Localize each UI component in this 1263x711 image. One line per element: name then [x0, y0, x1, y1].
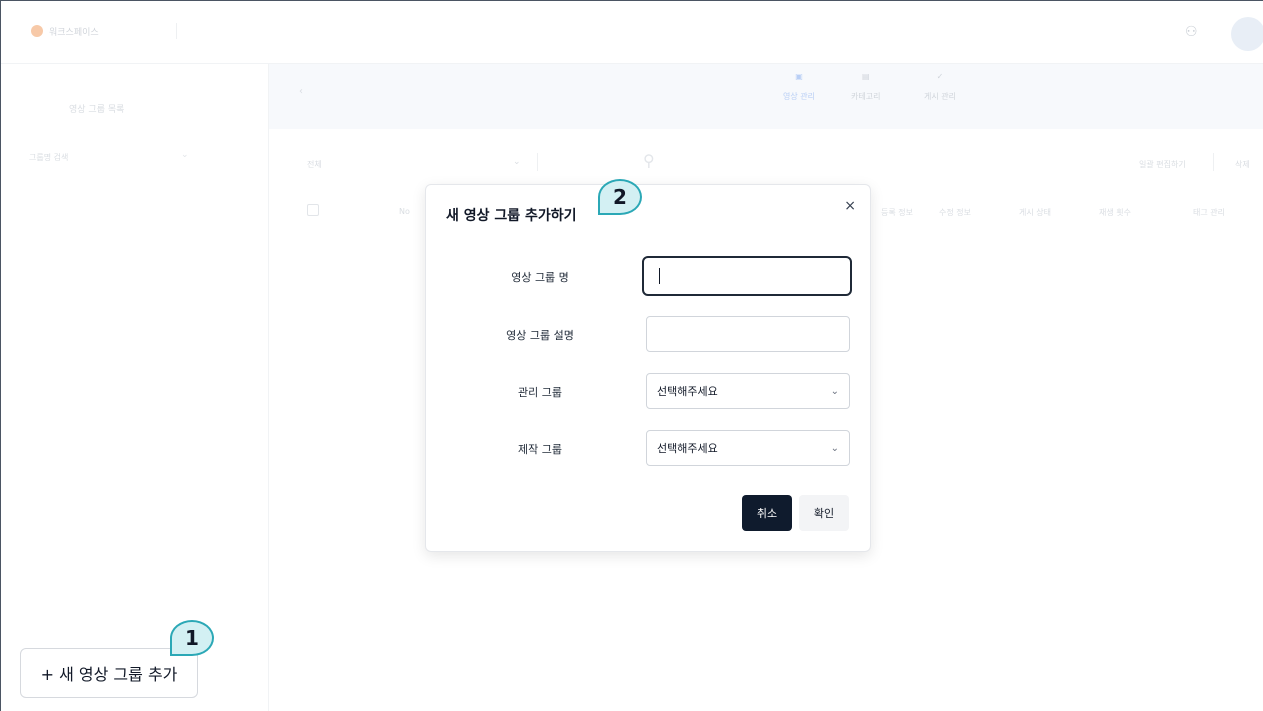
- search-icon[interactable]: ⚲: [643, 151, 655, 170]
- production-group-label: 제작 그룹: [518, 443, 562, 456]
- main-header: ‹ ▣ 영상 관리 ▤ 카테고리 ✓ 게시 관리: [269, 64, 1263, 129]
- chevron-down-icon: ⌄: [830, 385, 839, 397]
- avatar[interactable]: [1231, 17, 1263, 51]
- cancel-button[interactable]: 취소: [742, 495, 792, 531]
- sidebar: 영상 그룹 목록 그룹명 검색 ⌄: [1, 64, 269, 711]
- group-name-input[interactable]: [642, 256, 852, 296]
- tab-label: 게시 관리: [924, 92, 956, 101]
- column-header: 재생 횟수: [1099, 208, 1131, 217]
- manage-group-select[interactable]: 선택해주세요 ⌄: [646, 373, 850, 409]
- modal-title: 새 영상 그룹 추가하기: [446, 208, 577, 224]
- topbar-divider: [176, 23, 177, 39]
- add-group-modal: 새 영상 그룹 추가하기 × 영상 그룹 명 영상 그룹 설명 관리 그룹 선택…: [425, 184, 871, 552]
- filter-select[interactable]: 전체: [307, 159, 322, 170]
- back-icon[interactable]: ‹: [299, 86, 303, 97]
- tab-label: 카테고리: [851, 92, 881, 101]
- column-header: 태그 관리: [1193, 208, 1225, 217]
- tab-video-manage[interactable]: ▣ 영상 관리: [783, 72, 815, 102]
- top-bar: 워크스페이스 ⚇: [1, 1, 1263, 64]
- delete-button[interactable]: 삭제: [1235, 159, 1250, 170]
- divider: [537, 153, 538, 171]
- app-window: 워크스페이스 ⚇ 영상 그룹 목록 그룹명 검색 ⌄ ‹ ▣ 영상 관리 ▤ 카…: [0, 0, 1263, 711]
- tab-icon: ▤: [861, 72, 870, 81]
- column-header: 게시 상태: [1019, 208, 1051, 217]
- callout-badge-2: 2: [598, 179, 642, 215]
- production-group-selected: 선택해주세요: [657, 442, 718, 455]
- bulk-edit-button[interactable]: 일괄 편집하기: [1139, 159, 1186, 170]
- chevron-down-icon: ⌄: [181, 150, 189, 160]
- logo-text: 워크스페이스: [49, 28, 99, 38]
- divider: [1213, 153, 1214, 171]
- user-icon[interactable]: ⚇: [1185, 23, 1201, 41]
- production-group-select[interactable]: 선택해주세요 ⌄: [646, 430, 850, 466]
- text-caret: [659, 268, 660, 284]
- tab-icon: ▣: [795, 72, 803, 81]
- sidebar-item-search[interactable]: 그룹명 검색: [29, 152, 68, 163]
- sidebar-title: 영상 그룹 목록: [69, 105, 125, 115]
- column-header: 수정 정보: [939, 208, 971, 217]
- tab-publish[interactable]: ✓ 게시 관리: [924, 72, 956, 102]
- tab-icon: ✓: [936, 72, 944, 81]
- callout-badge-1: 1: [170, 620, 214, 656]
- chevron-down-icon: ⌄: [830, 442, 839, 454]
- close-icon[interactable]: ×: [844, 198, 856, 214]
- tab-label: 영상 관리: [783, 92, 815, 101]
- column-header: 등록 정보: [881, 208, 913, 217]
- group-description-label: 영상 그룹 설명: [506, 329, 574, 342]
- manage-group-selected: 선택해주세요: [657, 385, 718, 398]
- confirm-button[interactable]: 확인: [799, 495, 849, 531]
- select-all-checkbox[interactable]: [307, 204, 319, 216]
- column-header: No: [399, 207, 410, 216]
- group-description-input[interactable]: [646, 316, 850, 352]
- chevron-down-icon: ⌄: [513, 157, 521, 167]
- manage-group-label: 관리 그룹: [518, 386, 562, 399]
- tab-category[interactable]: ▤ 카테고리: [851, 72, 880, 102]
- logo-icon: [31, 25, 43, 37]
- group-name-label: 영상 그룹 명: [511, 271, 569, 284]
